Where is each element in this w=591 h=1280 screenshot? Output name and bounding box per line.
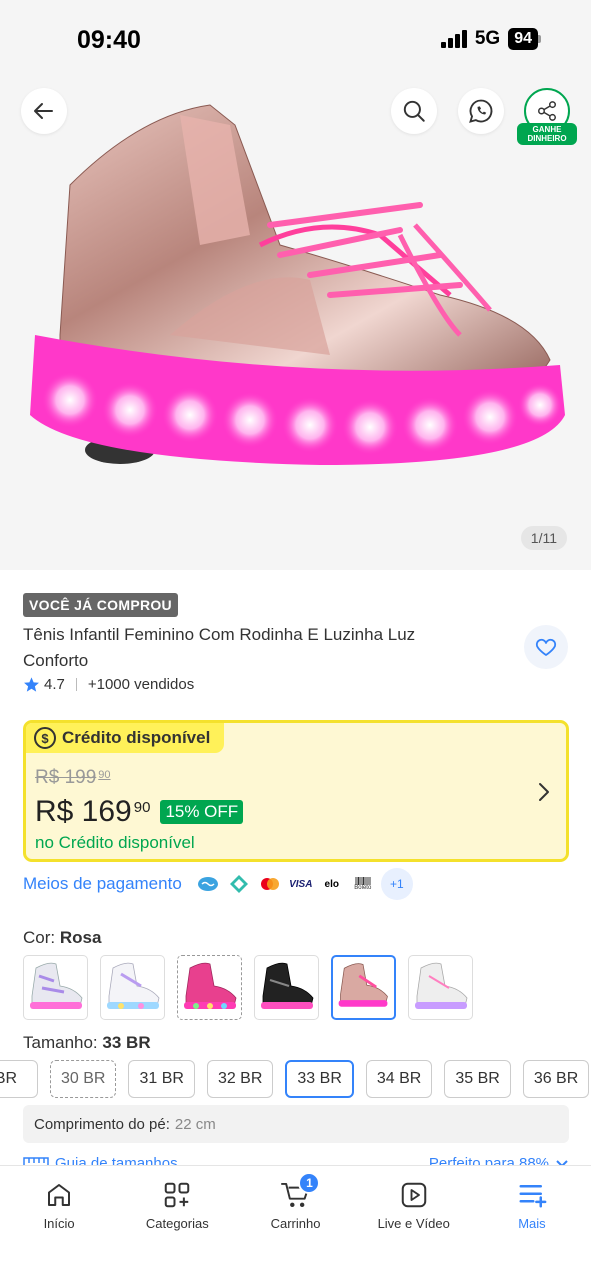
size-option[interactable]: 34 BR <box>365 1060 433 1098</box>
categories-icon <box>165 1182 190 1208</box>
play-icon <box>401 1182 426 1208</box>
pix-icon <box>225 871 252 897</box>
color-swatch[interactable] <box>100 955 165 1020</box>
status-time: 09:40 <box>77 26 141 54</box>
size-options: BR 30 BR 31 BR 32 BR 33 BR 34 BR 35 BR 3… <box>0 1060 590 1098</box>
current-price-value: R$ 169 <box>35 795 132 828</box>
more-payment-methods[interactable]: +1 <box>380 868 413 900</box>
credit-header-label: Crédito disponível <box>62 728 211 747</box>
battery-icon: 94 <box>508 28 541 50</box>
size-label: Tamanho: 33 BR <box>23 1033 151 1053</box>
share-earn-button[interactable]: GANHE DINHEIRO <box>517 88 577 148</box>
color-swatch-selected[interactable] <box>331 955 396 1020</box>
nav-more[interactable]: Mais <box>473 1166 591 1280</box>
current-price: R$ 169 90 <box>35 795 150 829</box>
product-gallery[interactable]: GANHE DINHEIRO 1/11 <box>0 0 591 570</box>
size-option[interactable]: 36 BR <box>522 1060 590 1098</box>
color-label: Cor: Rosa <box>23 928 101 948</box>
credit-offer-card[interactable]: $ Crédito disponível R$ 199 90 R$ 169 90 1… <box>23 720 569 862</box>
nav-live-video[interactable]: Live e Vídeo <box>355 1166 473 1280</box>
size-option[interactable]: 35 BR <box>444 1060 511 1098</box>
size-option[interactable]: BR <box>0 1060 38 1098</box>
product-image[interactable] <box>20 95 570 475</box>
foot-length-info: Comprimento do pé: 22 cm <box>23 1105 569 1143</box>
nav-home-label: Início <box>43 1216 75 1231</box>
payment-methods-row[interactable]: Meios de pagamento VISA elo Boleto +1 <box>23 868 413 900</box>
discount-badge: 15% OFF <box>160 800 244 824</box>
foot-length-value: 22 cm <box>174 1115 216 1133</box>
old-price: R$ 199 90 <box>35 767 111 789</box>
earn-badge-line1: GANHE <box>532 125 562 134</box>
credit-subtitle: no Crédito disponível <box>35 833 195 852</box>
earn-badge-line2: DINHEIRO <box>527 134 567 143</box>
menu-plus-icon <box>519 1185 547 1208</box>
mastercard-icon <box>256 871 283 897</box>
arrow-left-icon <box>34 103 53 119</box>
whatsapp-button[interactable] <box>458 88 504 134</box>
color-swatch[interactable] <box>23 955 88 1020</box>
color-swatch[interactable] <box>254 955 319 1020</box>
heart-icon <box>535 638 557 656</box>
nav-categories-label: Categorias <box>145 1216 209 1231</box>
size-label-text: Tamanho: <box>23 1033 98 1052</box>
coin-icon: $ <box>34 727 56 749</box>
color-selected-value: Rosa <box>59 928 102 947</box>
nav-categories[interactable]: Categorias <box>118 1166 236 1280</box>
home-icon <box>48 1184 71 1206</box>
rating-value: 4.7 <box>44 676 65 693</box>
credit-header: $ Crédito disponível <box>26 723 225 753</box>
nav-cart-label: Carrinho <box>270 1216 321 1231</box>
mercado-pago-icon <box>194 871 221 897</box>
cart-count-badge: 1 <box>298 1172 321 1194</box>
battery-level: 94 <box>508 28 538 50</box>
bottom-navigation: Início Categorias 1 Carrinho Live e Víde… <box>0 1165 591 1280</box>
color-swatches <box>23 955 473 1020</box>
signal-icon <box>440 30 467 48</box>
nav-home[interactable]: Início <box>0 1166 118 1280</box>
size-option[interactable]: 32 BR <box>206 1060 274 1098</box>
star-icon <box>24 677 39 692</box>
favorite-button[interactable] <box>524 625 568 669</box>
color-label-text: Cor: <box>23 928 56 947</box>
color-swatch-unavailable[interactable] <box>177 955 242 1020</box>
boleto-icon: Boleto <box>349 871 376 897</box>
boleto-label: Boleto <box>354 885 372 891</box>
size-option-unavailable[interactable]: 30 BR <box>50 1060 117 1098</box>
back-button[interactable] <box>21 88 67 134</box>
status-bar: 09:40 5G 94 <box>0 0 591 80</box>
share-icon <box>538 101 556 121</box>
earn-money-badge: GANHE DINHEIRO <box>517 123 577 145</box>
old-price-value: R$ 199 <box>35 767 97 788</box>
foot-length-label: Comprimento do pé: <box>34 1115 170 1133</box>
elo-icon: elo <box>318 871 345 897</box>
size-selected-value: 33 BR <box>102 1033 151 1052</box>
already-bought-tag: VOCÊ JÁ COMPROU <box>23 593 178 617</box>
current-price-cents: 90 <box>133 799 151 816</box>
product-title: Tênis Infantil Feminino Com Rodinha E Lu… <box>23 625 416 670</box>
size-option-selected[interactable]: 33 BR <box>285 1060 354 1098</box>
whatsapp-icon <box>469 99 493 123</box>
search-icon <box>403 100 425 122</box>
old-price-cents: 90 <box>98 769 111 781</box>
nav-more-label: Mais <box>518 1216 546 1231</box>
payment-methods-link[interactable]: Meios de pagamento <box>23 874 182 894</box>
size-option[interactable]: 31 BR <box>128 1060 195 1098</box>
color-swatch[interactable] <box>408 955 473 1020</box>
chevron-right-icon <box>539 783 549 801</box>
rating-row[interactable]: 4.7 +1000 vendidos <box>23 676 194 693</box>
network-label: 5G <box>474 28 501 49</box>
search-button[interactable] <box>391 88 437 134</box>
sold-count: +1000 vendidos <box>87 676 195 693</box>
nav-live-video-label: Live e Vídeo <box>377 1216 450 1231</box>
visa-icon: VISA <box>287 871 314 897</box>
nav-cart[interactable]: 1 Carrinho <box>236 1166 354 1280</box>
image-counter: 1/11 <box>520 526 567 550</box>
